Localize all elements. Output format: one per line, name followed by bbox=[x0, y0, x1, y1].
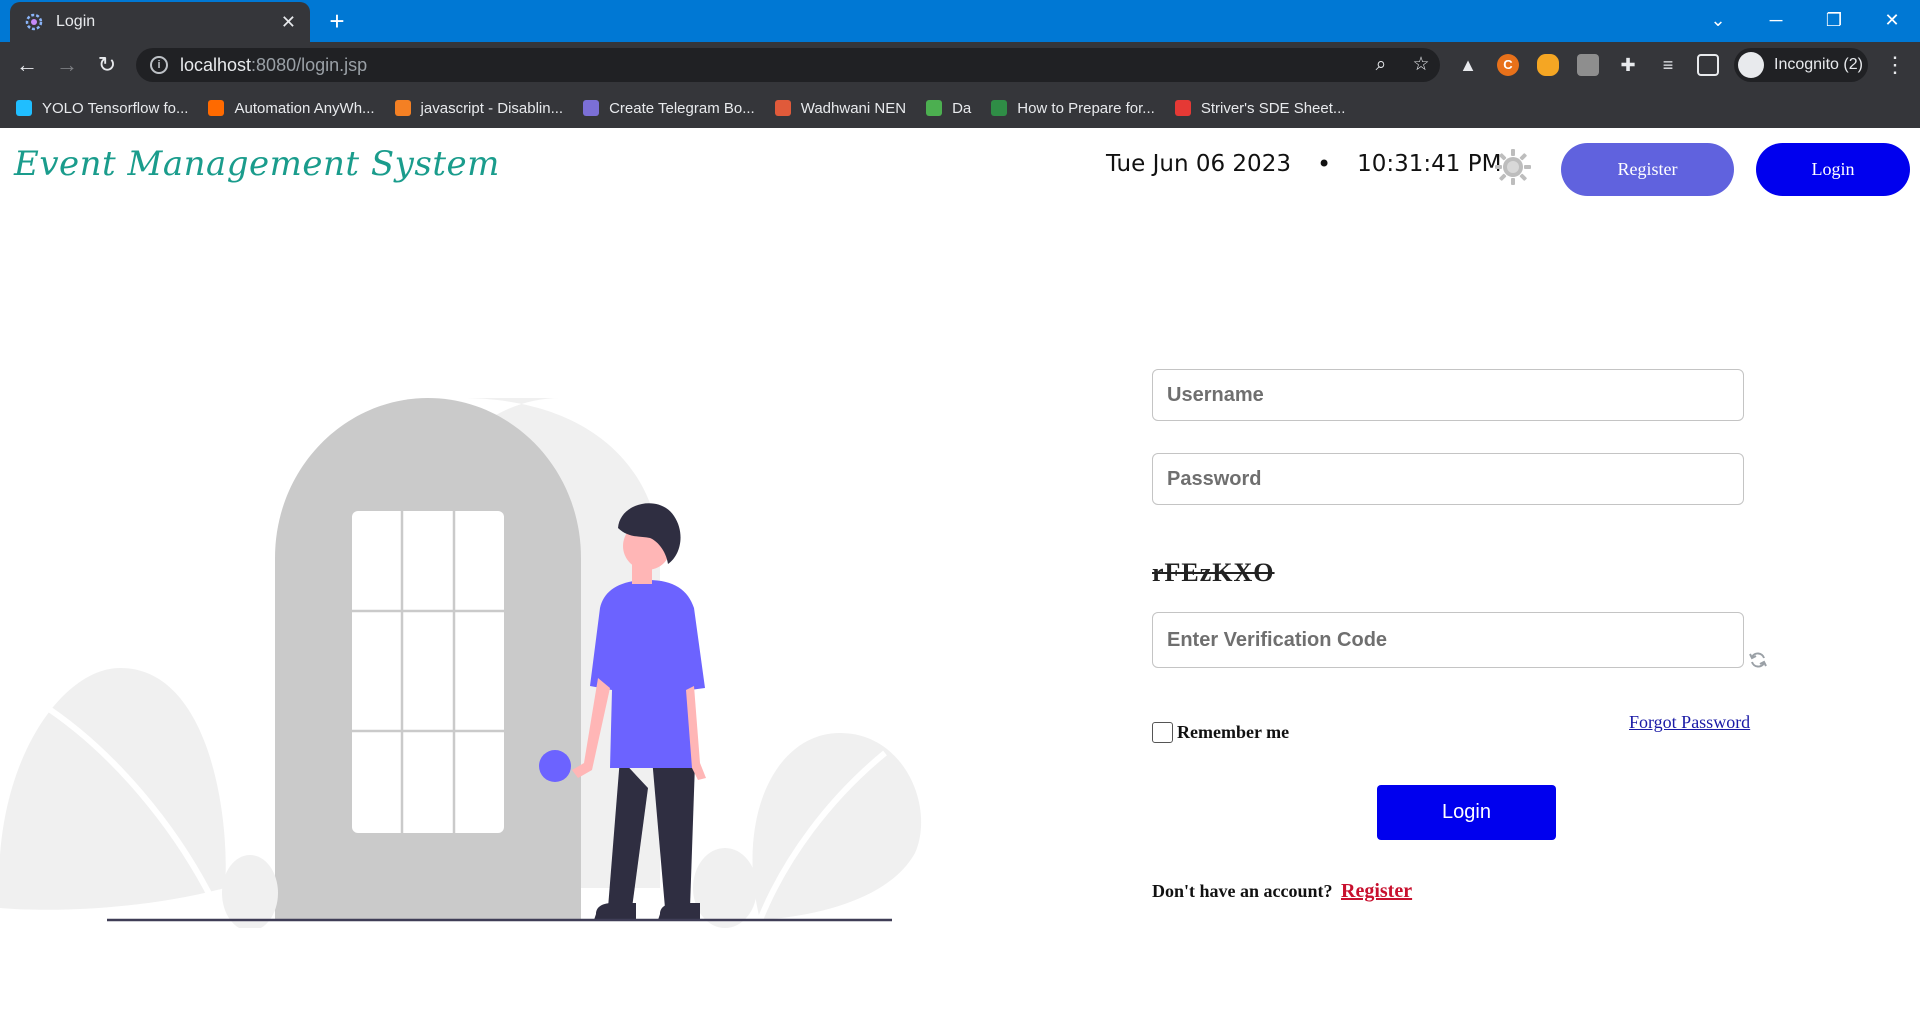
bookmark-star-icon[interactable]: ☆ bbox=[1408, 52, 1434, 78]
stackoverflow-icon bbox=[394, 100, 411, 116]
reading-list-icon[interactable]: ≡ bbox=[1657, 54, 1679, 76]
theme-toggle-sun-icon[interactable] bbox=[1494, 148, 1532, 186]
extension-c-icon[interactable]: C bbox=[1497, 54, 1519, 76]
close-window-button[interactable]: ✕ bbox=[1864, 0, 1920, 40]
forward-arrow-icon[interactable]: → bbox=[52, 50, 82, 80]
login-submit-button[interactable]: Login bbox=[1377, 785, 1556, 840]
remember-me[interactable]: Remember me bbox=[1152, 722, 1289, 743]
signup-prompt: Don't have an account? Register bbox=[1152, 880, 1412, 903]
current-date: Tue Jun 06 2023 bbox=[1106, 151, 1291, 177]
extensions-puzzle-icon[interactable]: ✚ bbox=[1617, 54, 1639, 76]
bookmark-label: How to Prepare for... bbox=[1017, 99, 1155, 117]
tab-title: Login bbox=[56, 13, 96, 30]
address-bar[interactable]: i localhost:8080/login.jsp ⌕ ☆ bbox=[136, 48, 1440, 82]
url-host: localhost bbox=[180, 54, 252, 75]
bookmark-item[interactable]: YOLO Tensorflow fo... bbox=[16, 100, 188, 117]
back-arrow-icon[interactable]: ← bbox=[12, 50, 42, 80]
browser-tab-login[interactable]: Login ✕ bbox=[10, 2, 310, 42]
captcha-refresh-icon[interactable] bbox=[1748, 650, 1768, 670]
datetime-display: Tue Jun 06 2023 • 10:31:41 PM bbox=[1106, 150, 1501, 178]
username-input[interactable] bbox=[1152, 369, 1744, 421]
verification-code-input[interactable] bbox=[1152, 612, 1744, 668]
triangle-a-icon bbox=[208, 100, 225, 116]
bookmark-item[interactable]: Striver's SDE Sheet... bbox=[1174, 99, 1346, 117]
bookmark-item[interactable]: How to Prepare for... bbox=[991, 100, 1155, 117]
side-panel-icon[interactable] bbox=[1697, 54, 1719, 76]
extension-mountain-icon[interactable]: ▲ bbox=[1457, 54, 1479, 76]
bookmark-label: Striver's SDE Sheet... bbox=[1200, 99, 1346, 117]
extension-grey-icon[interactable] bbox=[1577, 54, 1599, 76]
bookmark-label: Da bbox=[952, 99, 972, 117]
reload-icon[interactable]: ↻ bbox=[92, 50, 122, 80]
door-illustration bbox=[0, 398, 922, 928]
bookmarks-bar: YOLO Tensorflow fo... Automation AnyWh...… bbox=[0, 88, 1920, 128]
bookmark-label: javascript - Disablin... bbox=[420, 99, 564, 117]
site-info-icon[interactable]: i bbox=[150, 56, 168, 74]
door-knob bbox=[539, 750, 571, 782]
bookmark-item[interactable]: Automation AnyWh... bbox=[208, 99, 375, 117]
extension-orange-icon[interactable] bbox=[1537, 54, 1559, 76]
tuf-icon bbox=[1174, 100, 1191, 116]
header-login-button[interactable]: Login bbox=[1756, 143, 1910, 196]
datetime-separator: • bbox=[1316, 150, 1332, 178]
bookmark-label: YOLO Tensorflow fo... bbox=[42, 99, 189, 117]
tab-search-chevron-icon[interactable]: ⌄ bbox=[1690, 0, 1746, 40]
bookmark-item[interactable]: Create Telegram Bo... bbox=[583, 100, 755, 117]
incognito-avatar-icon bbox=[1738, 52, 1764, 78]
tab-close-icon[interactable]: ✕ bbox=[281, 12, 296, 33]
new-tab-button[interactable]: + bbox=[322, 6, 352, 36]
brand-title[interactable]: Event Management System bbox=[14, 144, 500, 184]
remember-me-label: Remember me bbox=[1177, 722, 1290, 742]
url-path: :8080/login.jsp bbox=[251, 54, 368, 75]
bookmark-label: Automation AnyWh... bbox=[234, 99, 375, 117]
door-window bbox=[352, 511, 504, 833]
browser-toolbar: ← → ↻ i localhost:8080/login.jsp ⌕ ☆ ▲ C… bbox=[0, 42, 1920, 88]
k-icon bbox=[16, 100, 32, 116]
captcha-text: rFEzKXO bbox=[1152, 558, 1275, 587]
bookmark-label: Wadhwani NEN bbox=[800, 99, 907, 117]
robot-icon bbox=[583, 100, 600, 116]
remember-me-checkbox[interactable] bbox=[1152, 722, 1173, 743]
bookmark-item[interactable]: Wadhwani NEN bbox=[774, 99, 907, 117]
gfg-icon bbox=[991, 100, 1008, 116]
register-link[interactable]: Register bbox=[1341, 880, 1412, 902]
forgot-password-link[interactable]: Forgot Password bbox=[1629, 712, 1750, 733]
browser-tabstrip: Login ✕ + ⌄ ─ ❐ ✕ bbox=[0, 0, 1920, 42]
restore-button[interactable]: ❐ bbox=[1806, 0, 1862, 40]
profile-label: Incognito (2) bbox=[1774, 56, 1863, 73]
zoom-icon[interactable]: ⌕ bbox=[1368, 52, 1394, 78]
bookmark-label: Create Telegram Bo... bbox=[609, 99, 755, 117]
bookmark-item[interactable]: javascript - Disablin... bbox=[394, 99, 564, 117]
minimize-button[interactable]: ─ bbox=[1748, 0, 1804, 40]
current-time: 10:31:41 PM bbox=[1357, 151, 1502, 177]
page-content: Event Management System Tue Jun 06 2023 … bbox=[0, 128, 1920, 1030]
header-register-button[interactable]: Register bbox=[1561, 143, 1734, 196]
menu-kebab-icon[interactable]: ⋮ bbox=[1880, 50, 1910, 80]
incognito-profile-button[interactable]: Incognito (2) bbox=[1734, 48, 1868, 82]
loading-spinner-icon bbox=[25, 13, 43, 31]
left-plant-leaf bbox=[0, 668, 226, 922]
bookmark-item[interactable]: Da bbox=[926, 100, 971, 117]
umbrella-icon bbox=[926, 100, 943, 116]
building-icon bbox=[774, 100, 791, 116]
password-input[interactable] bbox=[1152, 453, 1744, 505]
signup-prompt-text: Don't have an account? bbox=[1152, 881, 1333, 901]
